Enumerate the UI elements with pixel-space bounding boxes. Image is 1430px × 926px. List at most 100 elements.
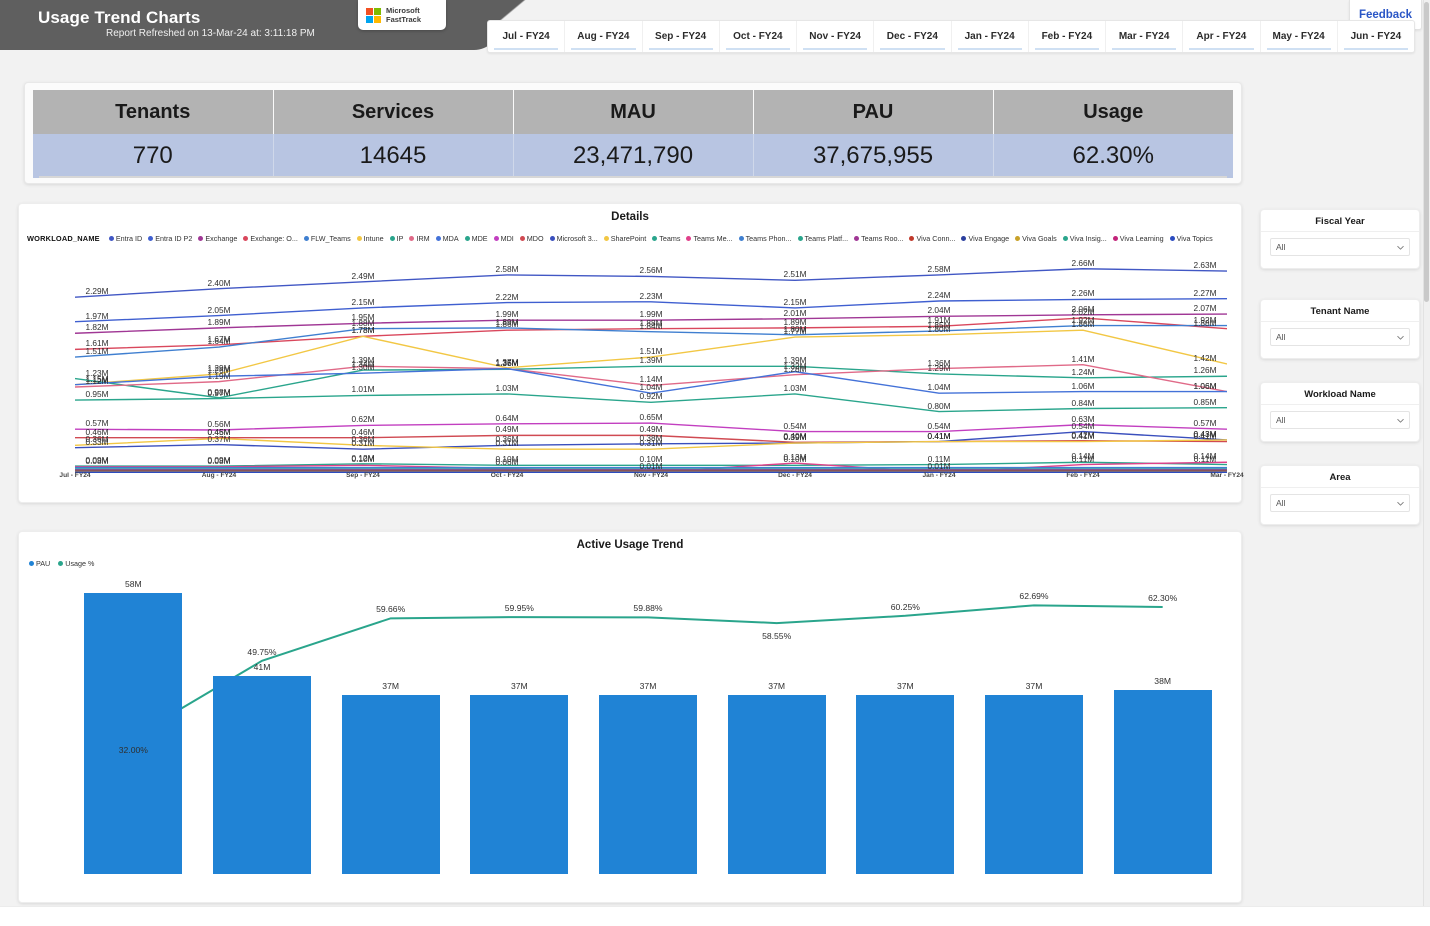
microsoft-fasttrack-logo: Microsoft FastTrack xyxy=(358,0,446,30)
filter-dropdown-tenant-name[interactable]: All xyxy=(1270,328,1410,346)
legend-item[interactable]: MDA xyxy=(435,234,459,243)
legend-item-label: MDO xyxy=(526,234,544,243)
bar-column[interactable] xyxy=(1113,690,1212,874)
filter-dropdown-fiscal-year[interactable]: All xyxy=(1270,238,1410,256)
legend-item[interactable]: MDO xyxy=(519,234,544,243)
month-tab-strip[interactable]: Jul - FY24 Aug - FY24 Sep - FY24 Oct - FY24… xyxy=(487,20,1415,53)
month-tab-oct[interactable]: Oct - FY24 xyxy=(720,21,797,52)
legend-item[interactable]: Teams Me... xyxy=(686,234,733,243)
legend-color-dot xyxy=(854,236,860,241)
bar-column[interactable] xyxy=(341,694,440,874)
legend-item[interactable]: Viva Topics xyxy=(1169,234,1213,243)
details-data-label: 0.13M xyxy=(783,452,807,463)
details-data-label: 1.06M xyxy=(1071,380,1095,391)
bar-column[interactable] xyxy=(470,694,569,874)
legend-color-dot xyxy=(409,236,415,241)
details-chart-legend[interactable]: WORKLOAD_NAME Entra ID Entra ID P2 Exchang… xyxy=(27,234,1235,243)
month-tab-label: Sep - FY24 xyxy=(655,31,707,42)
month-tab-jul[interactable]: Jul - FY24 xyxy=(488,21,566,52)
legend-item[interactable]: Teams Platf... xyxy=(797,234,849,243)
month-tab-mar[interactable]: Mar - FY24 xyxy=(1106,21,1184,52)
filter-dropdown-workload-name[interactable]: All xyxy=(1270,411,1410,429)
filter-selected-value: All xyxy=(1276,242,1286,252)
legend-item[interactable]: IP xyxy=(389,234,403,243)
legend-color-dot xyxy=(356,236,362,241)
legend-item[interactable]: MDI xyxy=(493,234,514,243)
legend-item-label: Teams Platf... xyxy=(804,234,849,243)
kpi-table: Tenants Services MAU PAU Usage 770 14645 23,47… xyxy=(33,90,1233,178)
details-data-label: 0.64M xyxy=(495,412,519,423)
legend-item[interactable]: Microsoft 3... xyxy=(549,234,598,243)
legend-item-label: Viva Engage xyxy=(968,234,1010,243)
legend-item[interactable]: Viva Learning xyxy=(1112,234,1164,243)
details-data-label: 0.97M xyxy=(207,387,231,398)
legend-item[interactable]: Exchange xyxy=(198,234,237,243)
details-data-label: 1.39M xyxy=(639,355,663,366)
legend-item[interactable]: Teams Roo... xyxy=(854,234,903,243)
details-data-label: 0.84M xyxy=(1071,397,1095,408)
kpi-card-divider xyxy=(39,176,1227,178)
legend-item[interactable]: Viva Goals xyxy=(1015,234,1057,243)
month-tab-jan[interactable]: Jan - FY24 xyxy=(952,21,1029,52)
microsoft-logo-icon xyxy=(366,7,381,23)
page-scrollbar[interactable] xyxy=(1423,0,1430,926)
legend-item[interactable]: Viva Conn... xyxy=(909,234,955,243)
details-data-label: 0.39M xyxy=(783,432,807,443)
details-data-label: 2.22M xyxy=(495,291,519,302)
details-data-label: 2.49M xyxy=(351,270,375,281)
month-tab-aug[interactable]: Aug - FY24 xyxy=(565,21,643,52)
filter-dropdown-area[interactable]: All xyxy=(1270,494,1410,512)
legend-item[interactable]: Entra ID xyxy=(108,234,142,243)
legend-item[interactable]: MDE xyxy=(464,234,488,243)
kpi-header-services: Services xyxy=(273,90,514,134)
legend-item[interactable]: Teams Phon... xyxy=(738,234,792,243)
logo-line-2: FastTrack xyxy=(386,15,422,24)
details-data-label: 1.41M xyxy=(1071,353,1095,364)
legend-item[interactable]: PAU xyxy=(29,559,50,568)
details-data-label: 2.07M xyxy=(1193,303,1217,314)
details-data-label: 1.36M xyxy=(927,357,951,368)
active-usage-panel: Active Usage Trend PAU Usage % 58M 41M 37M 3… xyxy=(18,531,1242,903)
legend-item-label: Teams Roo... xyxy=(861,234,904,243)
legend-item[interactable]: SharePoint xyxy=(603,234,646,243)
month-tab-label: Oct - FY24 xyxy=(733,31,783,42)
details-data-label: 2.58M xyxy=(927,263,951,274)
filter-label: Workload Name xyxy=(1261,383,1419,405)
legend-item[interactable]: IRM xyxy=(409,234,430,243)
legend-item-label: Viva Learning xyxy=(1119,234,1164,243)
legend-color-dot xyxy=(549,236,555,241)
month-tab-dec[interactable]: Dec - FY24 xyxy=(874,21,952,52)
bar-column[interactable] xyxy=(727,694,826,874)
month-tab-label: Apr - FY24 xyxy=(1196,31,1247,42)
legend-item[interactable]: Intune xyxy=(356,234,384,243)
month-tab-may[interactable]: May - FY24 xyxy=(1261,21,1338,52)
bar-column[interactable] xyxy=(985,694,1083,874)
details-data-label: 2.15M xyxy=(351,296,375,307)
bar-column[interactable] xyxy=(84,593,183,874)
month-tab-apr[interactable]: Apr - FY24 xyxy=(1183,21,1261,52)
details-data-label: 1.89M xyxy=(495,316,519,327)
legend-item[interactable]: Exchange: O... xyxy=(243,234,298,243)
page-scrollbar-thumb[interactable] xyxy=(1424,2,1429,302)
active-usage-legend[interactable]: PAU Usage % xyxy=(29,559,94,568)
month-tab-feb[interactable]: Feb - FY24 xyxy=(1029,21,1106,52)
legend-item[interactable]: FLW_Teams xyxy=(303,234,351,243)
details-data-label: 0.14M xyxy=(1193,451,1217,462)
legend-color-dot xyxy=(198,236,204,241)
month-tab-nov[interactable]: Nov - FY24 xyxy=(797,21,875,52)
legend-item[interactable]: Entra ID P2 xyxy=(148,234,192,243)
month-tab-jun[interactable]: Jun - FY24 xyxy=(1338,21,1414,52)
month-tab-sep[interactable]: Sep - FY24 xyxy=(643,21,720,52)
legend-item[interactable]: Viva Insig... xyxy=(1062,234,1107,243)
legend-item[interactable]: Viva Engage xyxy=(961,234,1009,243)
details-data-label: 2.58M xyxy=(495,263,519,274)
details-chart-panel: Details WORKLOAD_NAME Entra ID Entra ID P… xyxy=(18,203,1244,503)
legend-color-dot xyxy=(738,236,744,241)
bar-column[interactable] xyxy=(599,694,697,874)
legend-item[interactable]: Usage % xyxy=(58,559,94,568)
details-data-label: 0.62M xyxy=(351,414,375,425)
legend-item[interactable]: Teams xyxy=(652,234,680,243)
bar-column[interactable] xyxy=(856,694,955,874)
bar-column[interactable] xyxy=(213,675,311,874)
bar-value-label: 37M xyxy=(1025,680,1043,691)
